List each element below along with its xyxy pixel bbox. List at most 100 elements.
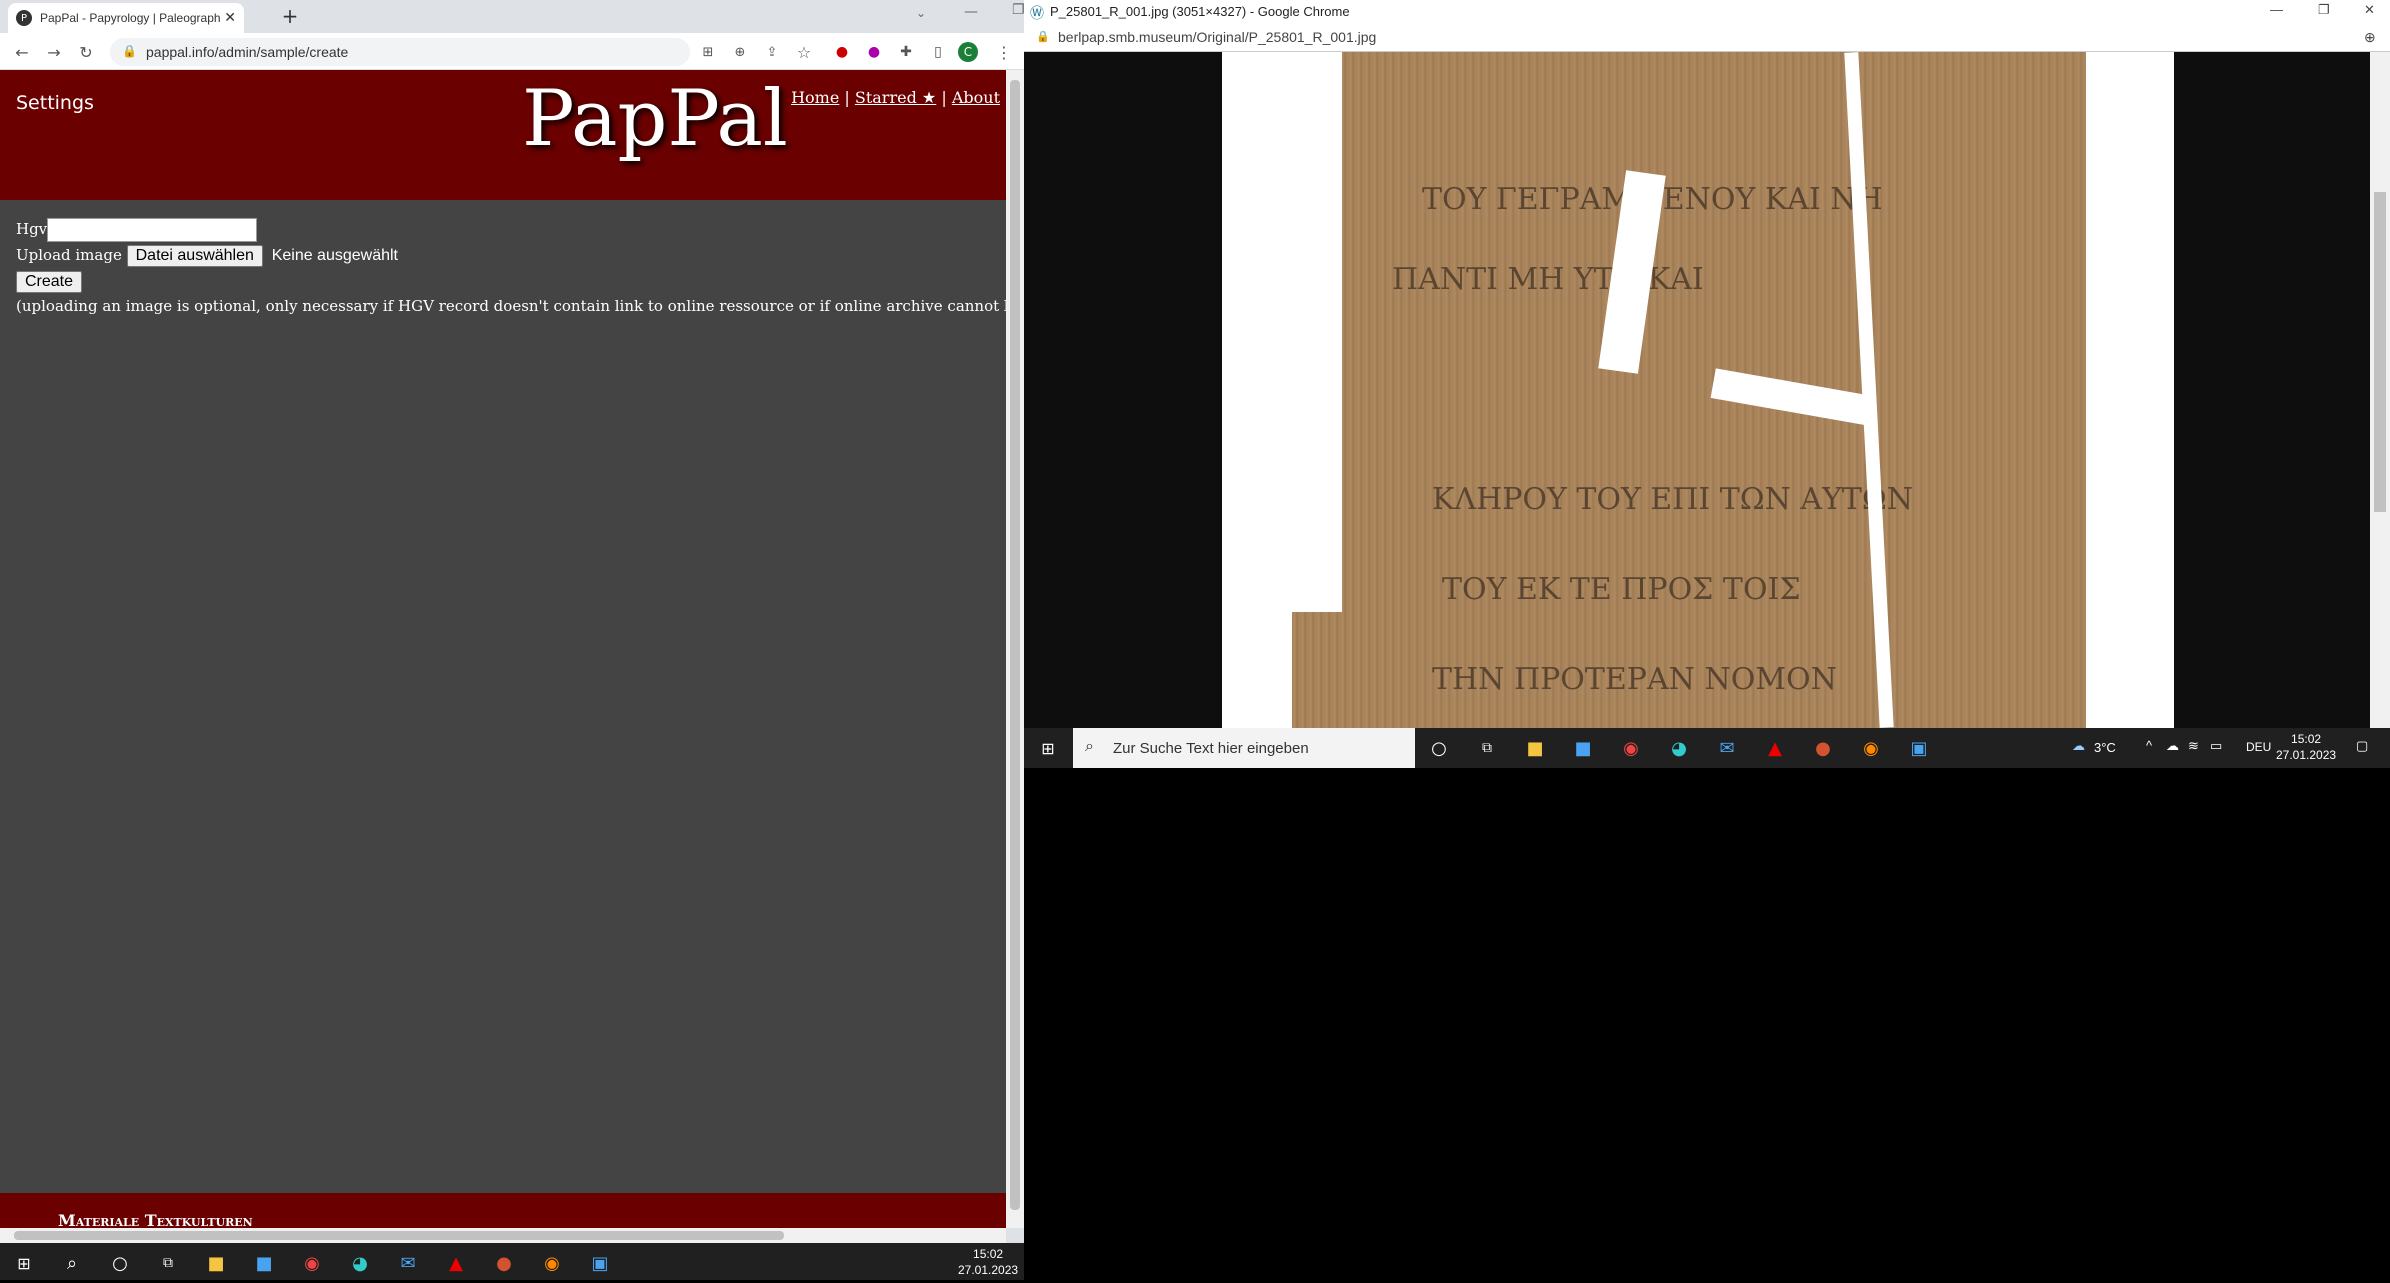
nav-separator: | — [941, 88, 947, 107]
edge-icon[interactable]: ◕ — [336, 1243, 384, 1283]
tab-title: PapPal - Papyrology | Paleograph — [40, 11, 221, 25]
firefox-icon[interactable]: ◉ — [528, 1243, 576, 1283]
settings-link[interactable]: Settings — [16, 92, 94, 114]
footer-text: Materiale Textkulturen — [58, 1211, 253, 1228]
forward-icon[interactable]: → — [42, 40, 66, 64]
reload-icon[interactable]: ↻ — [74, 40, 98, 64]
mail-icon[interactable]: ✉ — [384, 1243, 432, 1283]
left-browser-window: P PapPal - Papyrology | Paleograph ✕ + ⌄… — [0, 0, 1025, 1243]
zoom-icon[interactable]: ⊕ — [728, 40, 752, 64]
translate-icon[interactable]: ⊞ — [696, 40, 720, 64]
language-indicator[interactable]: DEU — [2246, 740, 2271, 754]
powerpoint-icon[interactable]: ● — [1799, 728, 1847, 768]
nav-about[interactable]: About — [952, 88, 1000, 107]
new-tab-icon[interactable]: + — [280, 4, 300, 28]
explorer-icon[interactable]: ■ — [1511, 728, 1559, 768]
search-icon: ⌕ — [1085, 738, 1094, 755]
windows-icon[interactable]: ⊞ — [0, 1243, 48, 1283]
page-content: Settings PapPal Home | Starred ★ | About… — [0, 70, 1006, 1228]
tab-search-icon[interactable]: ⌄ — [916, 6, 926, 20]
photos-icon[interactable]: ▣ — [1895, 728, 1943, 768]
restore-icon[interactable]: ❐ — [2318, 2, 2330, 18]
right-scrollbar[interactable] — [2370, 52, 2390, 728]
cortana-icon[interactable]: ○ — [96, 1243, 144, 1283]
explorer-icon[interactable]: ■ — [192, 1243, 240, 1283]
horizontal-scrollbar[interactable] — [0, 1228, 1006, 1243]
back-icon[interactable]: ← — [10, 40, 34, 64]
upload-note: (uploading an image is optional, only ne… — [16, 297, 1006, 315]
taskbar-search[interactable]: ⌕ Zur Suche Text hier eingeben — [1073, 728, 1415, 768]
chrome-icon[interactable]: ◉ — [288, 1243, 336, 1283]
left-taskbar: ⊞ ⌕ ○ ⧉ ■ ■ ◉ ◕ ✉ ▲ ● ◉ ▣ 15:02 27.01.20… — [0, 1243, 1024, 1280]
menu-icon[interactable]: ⋮ — [992, 40, 1016, 64]
close-tab-icon[interactable]: ✕ — [224, 10, 236, 26]
acrobat-icon[interactable]: ▲ — [432, 1243, 480, 1283]
clock-time: 15:02 — [973, 1247, 1004, 1261]
papyrus-gap — [1844, 52, 1894, 728]
mail-icon[interactable]: ✉ — [1703, 728, 1751, 768]
scroll-thumb[interactable] — [1010, 80, 1020, 1210]
vertical-scrollbar[interactable] — [1006, 70, 1024, 1228]
tab-pappal[interactable]: P PapPal - Papyrology | Paleograph ✕ — [8, 3, 244, 33]
store-icon[interactable]: ■ — [1559, 728, 1607, 768]
search-icon[interactable]: ⌕ — [48, 1243, 96, 1283]
minimize-icon[interactable]: — — [2270, 2, 2283, 17]
weather-temp[interactable]: 3°C — [2094, 740, 2116, 755]
tray-chevron-icon[interactable]: ^ — [2146, 738, 2152, 753]
h-scroll-thumb[interactable] — [14, 1231, 784, 1240]
papyrus-gap — [1710, 368, 1874, 426]
task-view-icon[interactable]: ⧉ — [1463, 728, 1511, 768]
lock-icon: 🔒 — [1036, 31, 1050, 43]
share-icon[interactable]: ⇪ — [760, 40, 784, 64]
sidepanel-icon[interactable]: ▯ — [926, 40, 950, 64]
right-clock[interactable]: 15:02 27.01.2023 — [2276, 731, 2336, 763]
system-tray: ☁ 3°C ^ ☁ ≋ ▭ DEU 15:02 27.01.2023 ▢ — [2070, 728, 2390, 768]
acrobat-icon[interactable]: ▲ — [1751, 728, 1799, 768]
url-text: pappal.info/admin/sample/create — [146, 44, 349, 60]
nav-separator: | — [844, 88, 850, 107]
store-icon[interactable]: ■ — [240, 1243, 288, 1283]
battery-icon[interactable]: ▭ — [2210, 738, 2222, 754]
task-view-icon[interactable]: ⧉ — [144, 1243, 192, 1283]
nav-home[interactable]: Home — [791, 88, 839, 107]
wifi-icon[interactable]: ≋ — [2188, 738, 2199, 754]
papyrus-gap — [1292, 52, 1342, 612]
nav-starred[interactable]: Starred ★ — [855, 88, 936, 107]
close-icon[interactable]: ✕ — [2364, 2, 2375, 18]
weather-cloud-icon[interactable]: ☁ — [2072, 738, 2085, 754]
profile-avatar[interactable]: C — [958, 42, 978, 62]
hgv-input[interactable] — [47, 218, 258, 242]
restore-icon[interactable]: ❐ — [1012, 2, 1025, 18]
extension-red-icon[interactable]: ● — [830, 40, 854, 64]
tab-favicon: P — [16, 10, 32, 26]
powerpoint-icon[interactable]: ● — [480, 1243, 528, 1283]
tab-strip: P PapPal - Papyrology | Paleograph ✕ + ⌄… — [0, 0, 1025, 33]
extension-purple-icon[interactable]: ● — [862, 40, 886, 64]
zoom-icon[interactable]: ⊕ — [2364, 29, 2376, 46]
right-taskbar-icons: ○ ⧉ ■ ■ ◉ ◕ ✉ ▲ ● ◉ ▣ — [1415, 728, 1975, 768]
papyrus-image[interactable]: ΤΟΥ ΓΕΓΡΑΜΜΕΝΟΥ ΚΑΙ ΝΗ ΠΑΝΤΙ ΜΗ ΥΤΟ ΚΑΙ … — [1292, 52, 2086, 728]
photos-icon[interactable]: ▣ — [576, 1243, 624, 1283]
scroll-thumb[interactable] — [2374, 192, 2386, 512]
top-nav: Home | Starred ★ | About — [791, 88, 1000, 107]
edge-icon[interactable]: ◕ — [1655, 728, 1703, 768]
onedrive-icon[interactable]: ☁ — [2166, 738, 2179, 754]
extensions-puzzle-icon[interactable]: ✚ — [894, 40, 918, 64]
cortana-icon[interactable]: ○ — [1415, 728, 1463, 768]
upload-label: Upload image — [16, 246, 122, 264]
right-address-bar[interactable]: 🔒 berlpap.smb.museum/Original/P_25801_R_… — [1024, 24, 2390, 52]
minimize-icon[interactable]: — — [964, 4, 978, 20]
right-title-bar: Ⓦ P_25801_R_001.jpg (3051×4327) - Google… — [1024, 0, 2390, 24]
windows-icon[interactable]: ⊞ — [1024, 728, 1072, 768]
footer-bar: Materiale Textkulturen — [0, 1193, 1006, 1228]
search-placeholder: Zur Suche Text hier eingeben — [1113, 739, 1309, 757]
file-choose-button[interactable]: Datei auswählen — [126, 245, 263, 267]
firefox-icon[interactable]: ◉ — [1847, 728, 1895, 768]
left-clock[interactable]: 15:02 27.01.2023 — [958, 1246, 1018, 1278]
chrome-icon[interactable]: ◉ — [1607, 728, 1655, 768]
papyrus-writing: ΤΗΝ ΠΡΟΤΕΡΑΝ ΝΟΜΟΝ — [1432, 662, 1837, 697]
create-button[interactable]: Create — [16, 271, 83, 293]
bookmark-star-icon[interactable]: ☆ — [792, 40, 816, 64]
notification-icon[interactable]: ▢ — [2356, 738, 2368, 754]
address-bar[interactable]: 🔒 pappal.info/admin/sample/create — [110, 38, 690, 66]
